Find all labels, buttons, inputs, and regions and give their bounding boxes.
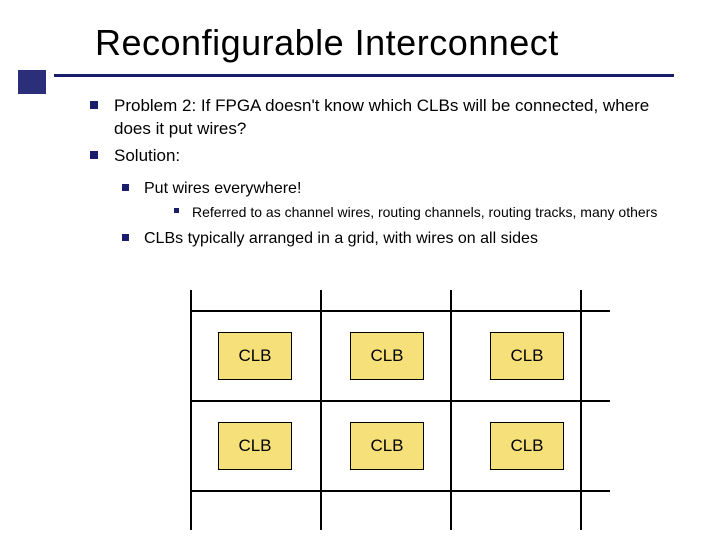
bullet-referred: Referred to as channel wires, routing ch… <box>174 203 660 222</box>
bullet-solution: Solution: <box>90 145 660 168</box>
grid-vline <box>320 290 322 530</box>
bullet-put-wires-text: Put wires everywhere! <box>144 180 301 197</box>
grid-vline <box>580 290 582 530</box>
bullet-put-wires: Put wires everywhere! Referred to as cha… <box>122 178 660 222</box>
bullet-problem: Problem 2: If FPGA doesn't know which CL… <box>90 95 660 141</box>
slide-title: Reconfigurable Interconnect <box>95 22 720 64</box>
grid-hline <box>190 490 610 492</box>
clb-box: CLB <box>350 422 424 470</box>
bullet-grid: CLBs typically arranged in a grid, with … <box>122 228 660 250</box>
grid-hline <box>190 310 610 312</box>
clb-box: CLB <box>350 332 424 380</box>
clb-box: CLB <box>490 422 564 470</box>
clb-grid-diagram: CLB CLB CLB CLB CLB CLB <box>190 290 610 530</box>
clb-box: CLB <box>218 332 292 380</box>
grid-vline <box>190 290 192 530</box>
grid-hline <box>190 400 610 402</box>
grid-vline <box>450 290 452 530</box>
clb-box: CLB <box>490 332 564 380</box>
clb-box: CLB <box>218 422 292 470</box>
title-accent-box <box>18 70 46 94</box>
slide-content: Problem 2: If FPGA doesn't know which CL… <box>0 77 720 250</box>
